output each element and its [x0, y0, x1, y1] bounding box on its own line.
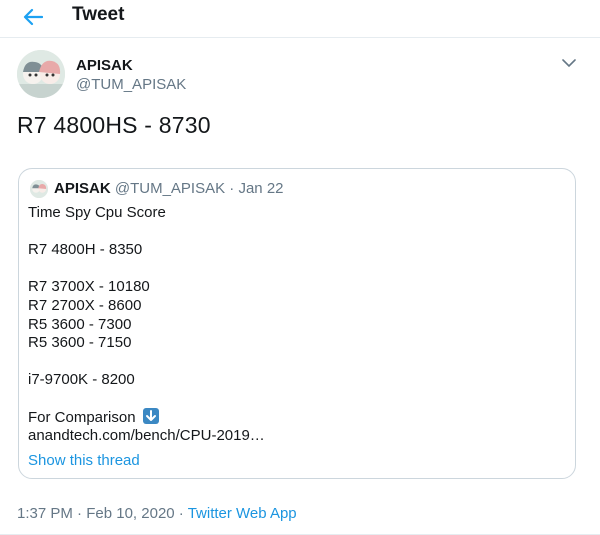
- back-button[interactable]: [16, 2, 50, 32]
- quoted-line: Time Spy Cpu Score: [28, 204, 166, 221]
- show-thread-link[interactable]: Show this thread: [28, 452, 140, 469]
- quoted-line: i7-9700K - 8200: [28, 371, 135, 388]
- comparison-text: For Comparison: [28, 409, 136, 426]
- tweet-footer: 1:37 PM · Feb 10, 2020 · Twitter Web App: [17, 505, 297, 522]
- page-title: Tweet: [72, 4, 125, 25]
- tweet-time[interactable]: 1:37 PM: [17, 505, 73, 522]
- avatar-image: [17, 50, 65, 98]
- quoted-line: R7 2700X - 8600: [28, 297, 142, 314]
- quoted-tweet[interactable]: APISAK @TUM_APISAK · Jan 22 Time Spy Cpu…: [18, 168, 576, 479]
- quoted-line: R7 4800H - 8350: [28, 241, 143, 258]
- quoted-date: Jan 22: [238, 180, 284, 197]
- quoted-link: anandtech.com/bench/CPU-2019…: [28, 427, 265, 444]
- top-bar: Tweet: [0, 0, 600, 38]
- footer-separator: ·: [174, 505, 188, 522]
- author-name[interactable]: APISAK: [76, 57, 133, 74]
- chevron-down-icon: [562, 58, 576, 67]
- avatar[interactable]: [17, 50, 65, 98]
- quoted-line: R5 3600 - 7300: [28, 316, 132, 333]
- down-arrow-emoji-icon: [142, 408, 159, 424]
- tweet-date[interactable]: Feb 10, 2020: [86, 505, 174, 522]
- quoted-line: R7 3700X - 10180: [28, 278, 150, 295]
- tweet-text: R7 4800HS - 8730: [17, 112, 211, 138]
- tweet-menu-button[interactable]: [558, 52, 580, 74]
- back-arrow-icon: [23, 8, 43, 26]
- quoted-line-comparison: For Comparison: [28, 408, 159, 426]
- quoted-line: R5 3600 - 7150: [28, 334, 132, 351]
- quoted-avatar-image: [30, 180, 48, 198]
- quoted-header: APISAK @TUM_APISAK · Jan 22: [54, 180, 284, 197]
- author-handle[interactable]: @TUM_APISAK: [76, 76, 186, 93]
- quoted-author-name: APISAK: [54, 180, 111, 197]
- quoted-separator: ·: [225, 180, 239, 197]
- tweet-source-link[interactable]: Twitter Web App: [188, 505, 297, 522]
- quoted-author-handle: @TUM_APISAK: [114, 180, 226, 197]
- footer-separator: ·: [72, 505, 87, 522]
- quoted-avatar: [30, 180, 48, 198]
